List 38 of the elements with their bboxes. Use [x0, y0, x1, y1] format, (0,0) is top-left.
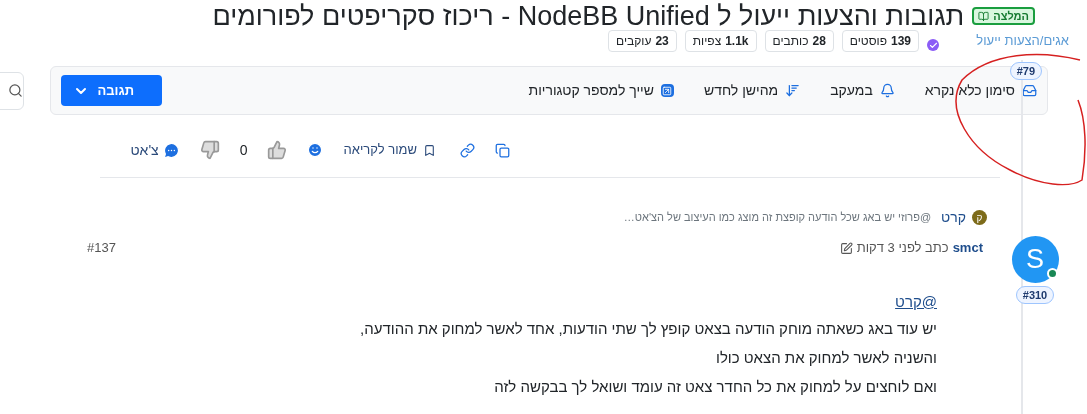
post-index-badge: #310 — [1015, 286, 1055, 304]
post-number[interactable]: #137 — [87, 238, 116, 258]
avatar: ק — [972, 209, 987, 225]
reply-button[interactable]: תגובה — [61, 75, 162, 106]
thumbs-up-icon[interactable] — [267, 140, 288, 160]
chat-button[interactable]: צ'אט — [130, 139, 180, 161]
reply-preview-text: @פרוזי יש באג שכל הודעה קופצת זה מוצג כמו העיצוב של הצ'אט… — [623, 209, 932, 225]
post-index-badge: #79 — [1009, 62, 1042, 80]
edit-icon[interactable] — [839, 241, 853, 255]
mention-link[interactable]: @קרט — [895, 293, 937, 310]
toolbar-button[interactable]: סימון כלא נקרא — [924, 80, 1037, 101]
author-link[interactable]: smct — [952, 238, 983, 258]
topic-title: תגובות והצעות ייעול ל NodeBB Unified - ריכוז סקריפטים לפורומים — [212, 0, 965, 32]
search-icon — [8, 83, 23, 98]
chat-icon — [162, 141, 180, 159]
toolbar-button[interactable]: במעקב — [830, 80, 895, 101]
toolbar-button[interactable]: שייך למספר קטגוריות — [528, 80, 674, 101]
toolbar-button[interactable]: מהישן לחדש — [703, 80, 801, 101]
author-link[interactable]: קרט — [941, 206, 966, 228]
link-icon[interactable] — [460, 142, 475, 158]
book-icon — [978, 10, 990, 22]
check-icon — [927, 39, 939, 52]
recommended-badge: המלצה — [972, 7, 1035, 25]
user-avatar: S — [1011, 236, 1059, 283]
post-text: ואם לוחצים על למחוק את כל החדר צאט זה עומד ושואל לך בבקשה לזה — [493, 377, 937, 397]
bookmark-button[interactable]: שמור לקריאה — [343, 140, 436, 160]
smile-icon[interactable] — [307, 142, 324, 158]
post-text: והשניה לאשר למחוק את הצאט כולו — [715, 348, 937, 368]
inbox-icon — [1022, 83, 1037, 98]
copy-icon[interactable] — [495, 142, 510, 158]
thumbs-down-icon[interactable] — [199, 140, 220, 160]
bookmark-icon — [423, 143, 436, 157]
vote-count: 0 — [239, 140, 248, 160]
arrow-square-icon — [660, 84, 674, 97]
sort-icon — [785, 83, 801, 98]
post-time: כתב לפני 3 דקות — [856, 239, 949, 258]
post-text: יש עוד באג כשאתה מוחק הודעה בצאט קופץ לך שתי הודעות, אחד לאשר למחוק את ההודעה, — [359, 319, 937, 339]
bell-icon — [879, 83, 895, 98]
